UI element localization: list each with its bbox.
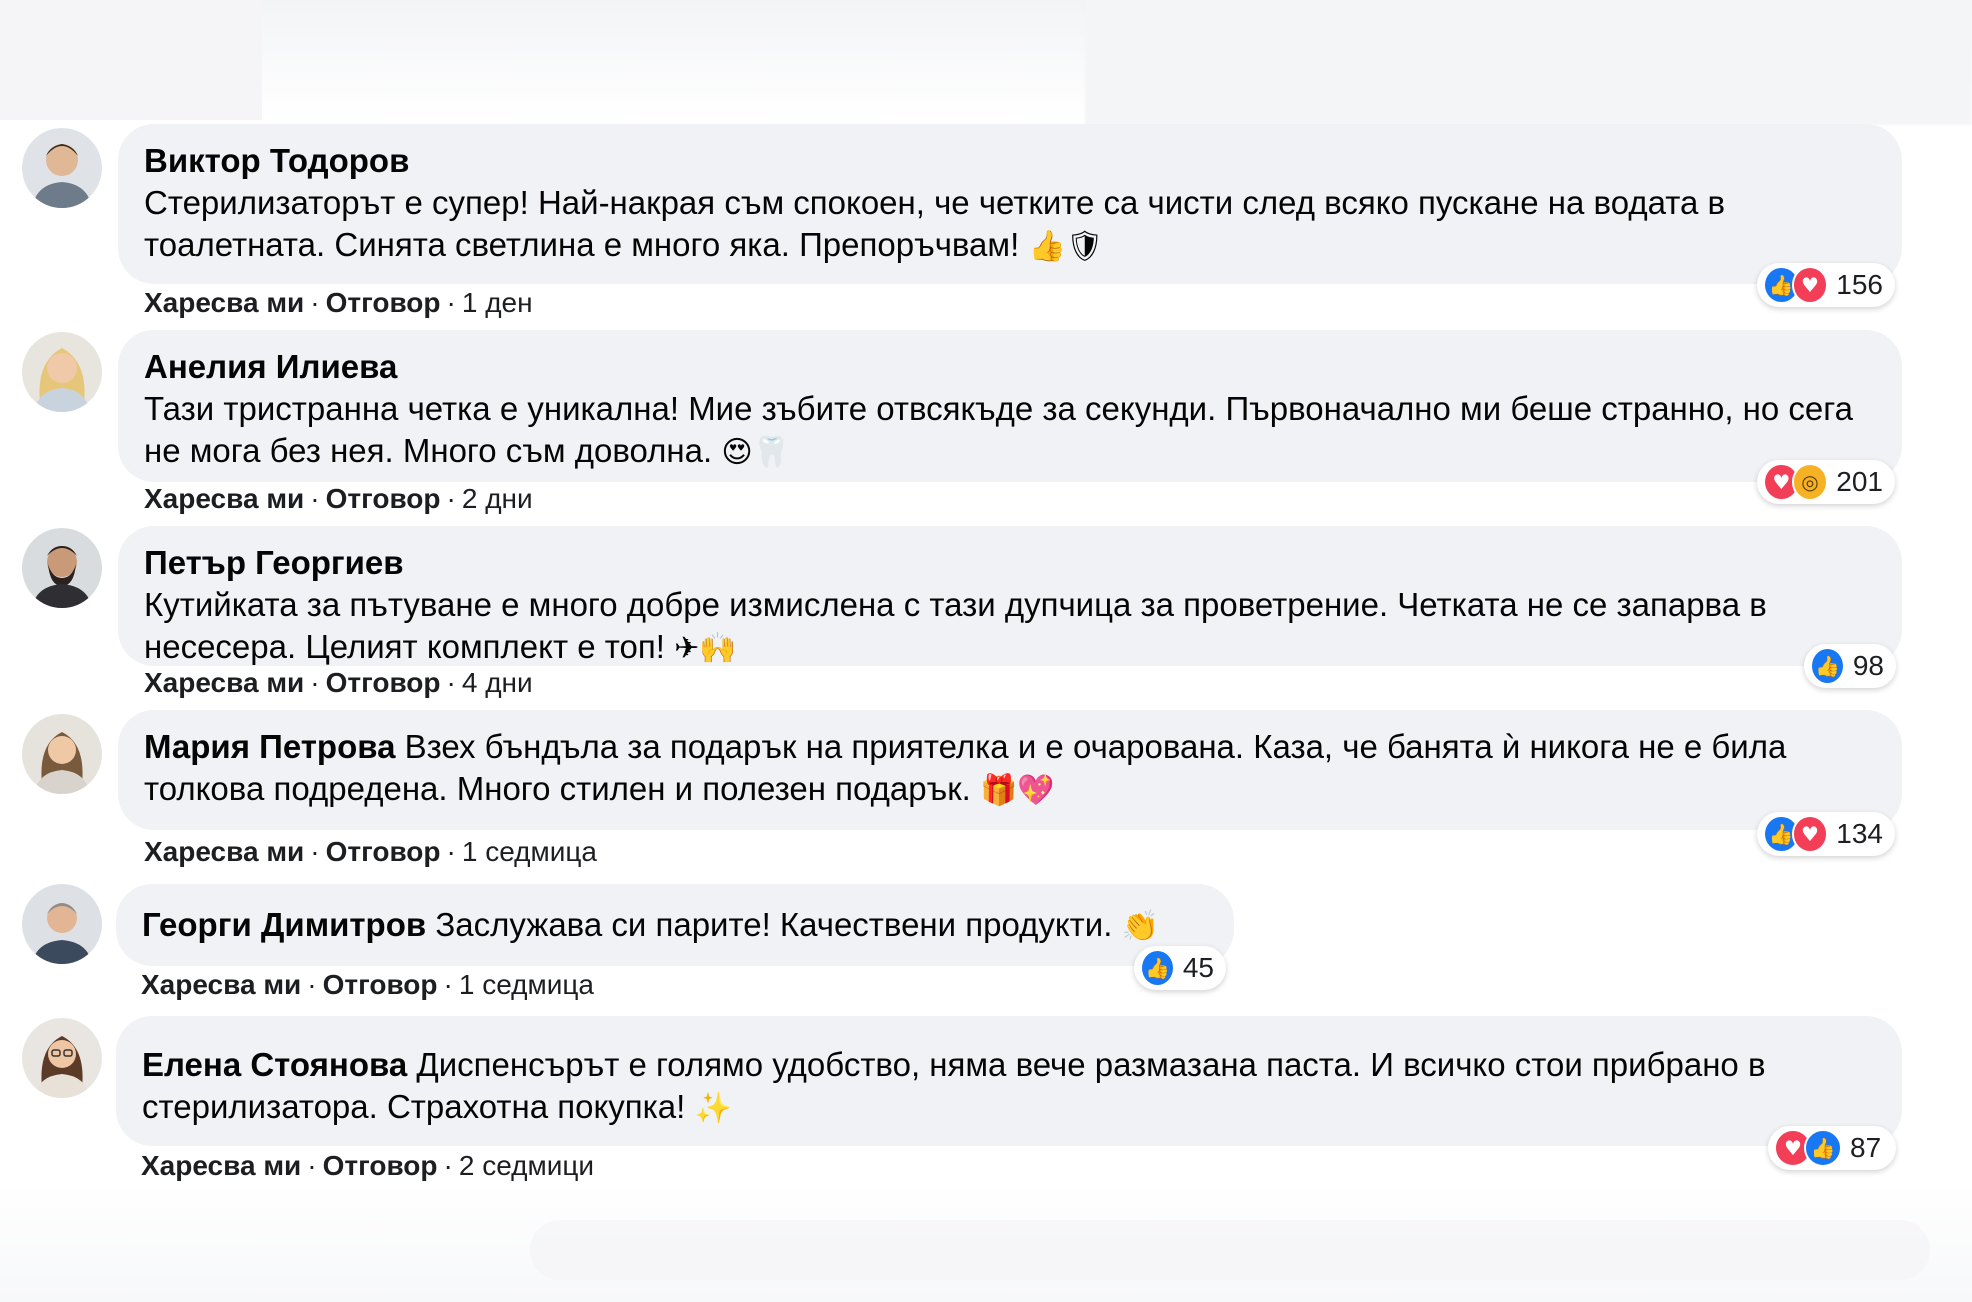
comment-text: Стерилизаторът е супер! Най-накрая съм с… <box>144 184 1726 263</box>
avatar[interactable] <box>22 884 102 964</box>
reactions-badge[interactable]: 👍 ♥ 134 <box>1757 812 1895 856</box>
reply-link[interactable]: Отговор <box>326 667 441 698</box>
reactions-badge[interactable]: 👍 98 <box>1804 644 1896 688</box>
comment-author[interactable]: Виктор Тодоров <box>144 140 1876 182</box>
avatar[interactable] <box>22 714 102 794</box>
reply-link[interactable]: Отговор <box>326 836 441 867</box>
reply-link[interactable]: Отговор <box>326 287 441 318</box>
avatar[interactable] <box>22 332 102 412</box>
reaction-count: 156 <box>1836 269 1883 300</box>
like-link[interactable]: Харесва ми <box>144 836 304 867</box>
background-bottom-bar <box>530 1220 1930 1280</box>
comment-author[interactable]: Георги Димитров <box>142 906 426 943</box>
comment-emoji: ✨ <box>694 1091 732 1126</box>
comment-author[interactable]: Мария Петрова <box>144 728 395 765</box>
comment-actions: Харесва ми · Отговор · 1 седмица <box>141 969 595 1000</box>
reaction-count: 201 <box>1836 466 1883 497</box>
like-reaction-icon: 👍 <box>1810 647 1845 685</box>
comment-bubble: Мария Петрова Взех бъндъла за подарък на… <box>118 710 1902 830</box>
wow-reaction-icon: ◎ <box>1791 463 1829 501</box>
like-link[interactable]: Харесва ми <box>144 287 304 318</box>
comment-bubble: Петър Георгиев Кутийката за пътуване е м… <box>118 526 1902 666</box>
reactions-badge[interactable]: ♥ ◎ 201 <box>1757 460 1895 504</box>
reactions-badge[interactable]: ♥ 👍 87 <box>1768 1126 1896 1170</box>
comment-time[interactable]: 2 дни <box>462 483 533 514</box>
love-reaction-icon: ♥ <box>1791 266 1829 304</box>
like-link[interactable]: Харесва ми <box>141 969 301 1000</box>
comment-emoji: 🎁💖 <box>980 773 1055 808</box>
background-top-left <box>0 0 262 120</box>
comment-author[interactable]: Елена Стоянова <box>142 1046 407 1083</box>
comment-author[interactable]: Анелия Илиева <box>144 346 1876 388</box>
comment-actions: Харесва ми · Отговор · 2 седмици <box>141 1150 595 1181</box>
comment-actions: Харесва ми · Отговор · 2 дни <box>144 483 533 514</box>
like-reaction-icon: 👍 <box>1804 1129 1842 1167</box>
like-reaction-icon: 👍 <box>1140 949 1175 987</box>
reaction-count: 134 <box>1836 818 1883 849</box>
background-top-right <box>1085 0 1972 125</box>
reply-link[interactable]: Отговор <box>326 483 441 514</box>
comment-text: Тази тристранна четка е уникална! Мие зъ… <box>144 390 1853 469</box>
comment-bubble: Анелия Илиева Тази тристранна четка е ун… <box>118 330 1902 482</box>
like-link[interactable]: Харесва ми <box>144 483 304 514</box>
comment-emoji: 😍🦷 <box>721 435 790 470</box>
comment-emoji: 👍🛡 <box>1028 229 1104 264</box>
comment-time[interactable]: 4 дни <box>462 667 533 698</box>
comment-text: Кутийката за пътуване е много добре изми… <box>144 586 1767 665</box>
reaction-count: 45 <box>1182 952 1214 983</box>
comment-author[interactable]: Петър Георгиев <box>144 542 1876 584</box>
reaction-count: 98 <box>1852 650 1884 681</box>
comment-actions: Харесва ми · Отговор · 4 дни <box>144 667 533 698</box>
comment-bubble: Виктор Тодоров Стерилизаторът е супер! Н… <box>118 124 1902 284</box>
comment-actions: Харесва ми · Отговор · 1 седмица <box>144 836 598 867</box>
comment-bubble: Елена Стоянова Диспенсърът е голямо удоб… <box>116 1016 1902 1146</box>
like-link[interactable]: Харесва ми <box>141 1150 301 1181</box>
comment-emoji: 👏 <box>1121 909 1159 944</box>
comment-time[interactable]: 2 седмици <box>459 1150 594 1181</box>
avatar[interactable] <box>22 1018 102 1098</box>
reactions-badge[interactable]: 👍 45 <box>1134 946 1226 990</box>
avatar[interactable] <box>22 128 102 208</box>
like-link[interactable]: Харесва ми <box>144 667 304 698</box>
reply-link[interactable]: Отговор <box>323 969 438 1000</box>
comment-time[interactable]: 1 седмица <box>459 969 594 1000</box>
love-reaction-icon: ♥ <box>1791 815 1829 853</box>
comment-bubble: Георги Димитров Заслужава си парите! Кач… <box>116 884 1234 966</box>
comment-time[interactable]: 1 ден <box>462 287 533 318</box>
comment-actions: Харесва ми · Отговор · 1 ден <box>144 287 533 318</box>
comment-emoji: ✈🙌 <box>674 631 737 666</box>
comment-time[interactable]: 1 седмица <box>462 836 597 867</box>
avatar[interactable] <box>22 528 102 608</box>
reactions-badge[interactable]: 👍 ♥ 156 <box>1757 263 1895 307</box>
reply-link[interactable]: Отговор <box>323 1150 438 1181</box>
comment-text: Заслужава си парите! Качествени продукти… <box>435 906 1113 943</box>
reaction-count: 87 <box>1850 1132 1882 1163</box>
